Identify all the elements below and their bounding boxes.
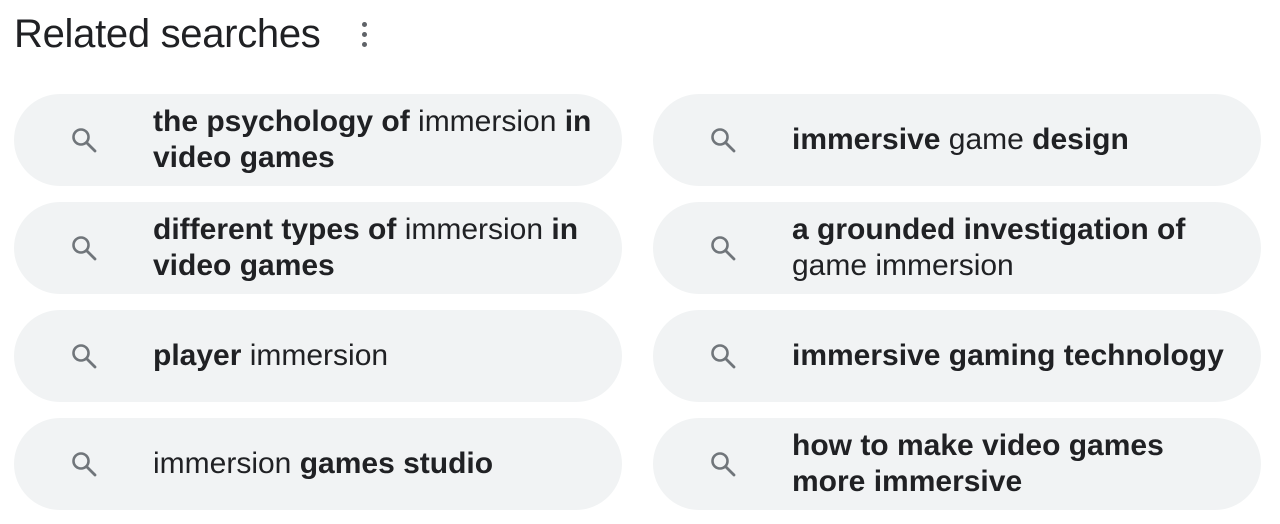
suggestion-bold-part: how to make video games more immersive [792,429,1164,498]
suggestion-bold-part: design [1032,123,1129,156]
search-icon [708,125,738,155]
suggestion-plain-part: game [940,123,1033,156]
search-icon [69,341,99,371]
suggestion-plain-part: immersion [153,447,300,480]
suggestion-label: different types of immersion in video ga… [153,212,592,284]
suggestion-bold-part: a grounded investigation of [792,213,1186,246]
more-dot [362,41,367,47]
suggestions-grid: the psychology of immersion in video gam… [14,94,1262,510]
suggestion-bold-part: immersive gaming technology [792,339,1224,372]
suggestion-label: the psychology of immersion in video gam… [153,104,592,176]
suggestion-label: how to make video games more immersive [792,428,1231,500]
suggestion-bold-part: player [153,339,242,372]
related-search-chip[interactable]: immersion games studio [14,418,622,510]
related-search-chip[interactable]: a grounded investigation of game immersi… [653,202,1261,294]
related-search-chip[interactable]: how to make video games more immersive [653,418,1261,510]
search-icon [69,449,99,479]
related-search-chip[interactable]: different types of immersion in video ga… [14,202,622,294]
related-search-chip[interactable]: immersive gaming technology [653,310,1261,402]
more-vert-icon[interactable] [351,14,379,54]
suggestion-label: immersive gaming technology [792,338,1224,374]
search-icon [708,341,738,371]
more-dot [362,31,367,37]
suggestion-label: player immersion [153,338,388,374]
suggestion-plain-part: immersion [409,105,565,138]
related-search-chip[interactable]: player immersion [14,310,622,402]
search-icon [69,233,99,263]
suggestion-plain-part: immersion [241,339,389,372]
suggestion-bold-part: the psychology of [153,105,410,138]
more-dot [362,21,367,27]
section-title: Related searches [14,11,321,56]
suggestion-bold-part: immersive [792,123,941,156]
search-icon [69,125,99,155]
related-search-chip[interactable]: the psychology of immersion in video gam… [14,94,622,186]
suggestion-bold-part: games studio [299,447,494,480]
search-icon [708,449,738,479]
suggestion-plain-part: game immersion [792,249,1014,282]
search-icon [708,233,738,263]
suggestion-bold-part: different types of [153,213,397,246]
suggestion-plain-part: immersion [396,213,552,246]
suggestion-label: a grounded investigation of game immersi… [792,212,1231,284]
suggestion-label: immersion games studio [153,446,493,482]
related-searches-header: Related searches [14,8,379,60]
related-search-chip[interactable]: immersive game design [653,94,1261,186]
suggestion-label: immersive game design [792,122,1129,158]
